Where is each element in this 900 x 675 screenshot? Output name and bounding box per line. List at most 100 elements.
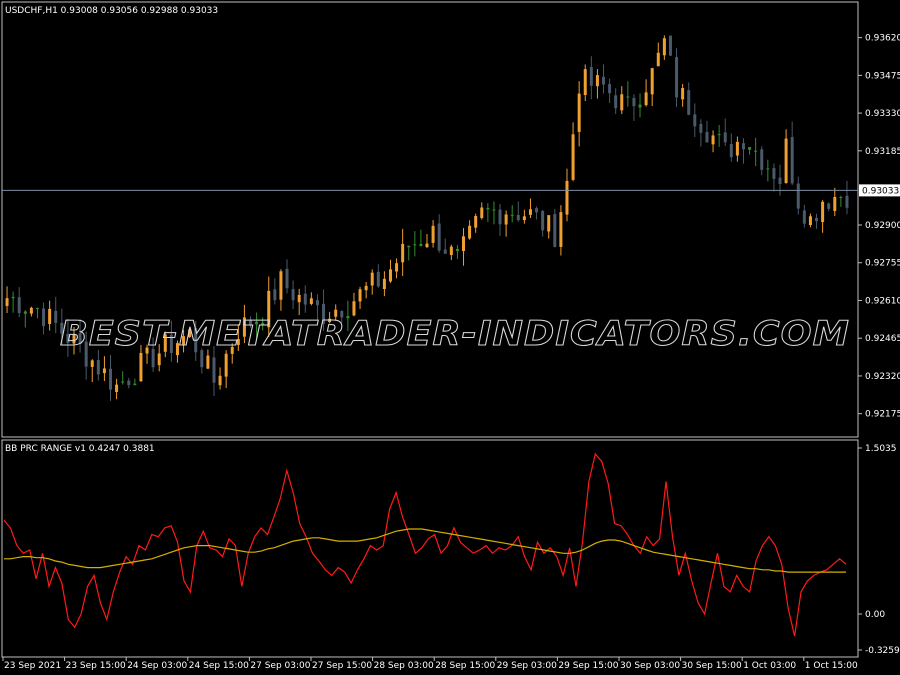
price-tick-label: 0.93185 [865,147,900,157]
price-tick-label: 0.92610 [865,296,900,306]
time-tick-label: 24 Sep 15:00 [189,661,249,671]
current-price-label: 0.93033 [862,186,899,196]
time-tick-label: 29 Sep 03:00 [497,661,557,671]
time-tick-label: 23 Sep 15:00 [66,661,126,671]
candle-body [96,360,100,375]
candle-body [419,243,423,247]
candle-body [656,52,660,67]
candle-body [285,268,289,289]
time-tick-label: 27 Sep 15:00 [312,661,372,671]
candle-body [115,384,119,392]
candle-body [395,263,399,272]
price-tick-label: 0.92175 [865,410,900,420]
candle-body [711,135,715,145]
time-tick-label: 1 Oct 15:00 [805,661,858,671]
price-axis: 0.93620 0.93475 0.93330 0.93185 0.92900 0.927… [858,34,900,420]
candle-body [754,150,758,152]
candle-body [17,297,21,314]
candle-body [23,311,27,314]
time-tick-label: 28 Sep 15:00 [435,661,495,671]
candle-body [748,146,752,150]
candle-body [632,97,636,107]
time-tick-label: 1 Oct 03:00 [743,661,796,671]
candle-body [614,95,618,109]
price-tick-label: 0.92320 [865,372,900,382]
price-tick-label: 0.93330 [865,109,900,119]
candle-body [620,94,624,111]
time-tick-label: 28 Sep 03:00 [374,661,434,671]
candle-body [535,208,539,213]
mt4-chart-window[interactable]: 0.93620 0.93475 0.93330 0.93185 0.92900 0.927… [0,0,900,675]
candle-body [297,294,301,303]
candle-body [528,209,532,215]
candle-body [133,383,137,386]
candle-body [291,289,295,301]
candle-body [547,215,551,232]
candle-body [425,243,429,248]
indicator-pane-frame [1,439,859,658]
indicator-tick-label: 0.00 [865,610,885,620]
candle-body [510,214,514,216]
candle-body [206,355,210,369]
time-tick-label: 29 Sep 15:00 [558,661,618,671]
candle-body [90,360,94,367]
candle-body [449,246,453,256]
price-tick-label: 0.93475 [865,71,900,81]
candle-body [772,168,776,179]
candle-body [48,308,52,324]
candle-body [212,357,216,383]
candle-body [29,307,33,314]
candle-body [492,209,496,211]
candle-body [650,68,654,95]
candle-body [839,196,843,198]
candle-body [571,134,575,180]
candle-body [723,132,727,143]
candle-body [102,368,106,374]
symbol-header: USDCHF,H1 0.93008 0.93056 0.92988 0.9303… [5,6,218,16]
candle-body [376,271,380,287]
candle-body [382,278,386,290]
candle-body [626,96,630,98]
candle-body [559,212,563,247]
time-tick-label: 30 Sep 03:00 [620,661,680,671]
candle-body [413,244,417,246]
candle-body [462,236,466,252]
current-price-tag: 0.93033 [859,184,900,197]
candle-body [42,308,46,327]
candle-body [11,296,15,299]
candle-body [358,289,362,302]
candle-body [808,216,812,226]
candle-body [364,285,368,291]
price-tick-label: 0.92755 [865,259,900,269]
candle-body [784,138,788,184]
indicator-header: BB PRC RANGE v1 0.4247 0.3881 [5,444,155,454]
time-tick-label: 30 Sep 15:00 [682,661,742,671]
candle-body [370,272,374,286]
price-tick-label: 0.92465 [865,334,900,344]
candle-body [480,207,484,218]
candle-body [401,243,405,263]
candle-body [827,203,831,209]
price-tick-label: 0.93620 [865,34,900,44]
candle-body [474,215,478,228]
bb-prc-range-line [3,452,847,637]
candle-body [431,225,435,243]
candle-body [577,93,581,132]
candle-body [687,90,691,115]
indicator-series [3,452,847,637]
time-tick-label: 27 Sep 03:00 [250,661,310,671]
candle-body [437,223,441,251]
candle-body [498,209,502,225]
candle-body [729,143,733,158]
candle-body [644,92,648,106]
price-tick-label: 0.92900 [865,221,900,231]
candle-body [583,69,587,96]
candle-body [279,271,283,300]
candle-body [407,245,411,248]
candle-body [139,352,143,382]
candle-body [790,137,794,184]
time-tick-label: 23 Sep 2021 [4,661,61,671]
candle-body [602,76,606,85]
candle-body [815,217,819,222]
candle-body [157,353,161,366]
